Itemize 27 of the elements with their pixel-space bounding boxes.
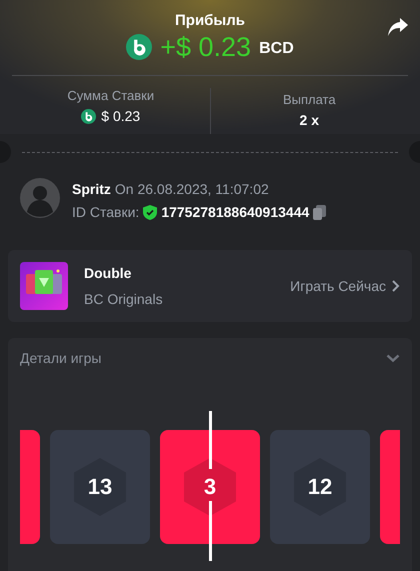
- stat-label: Выплата: [282, 92, 336, 107]
- avatar: [20, 178, 60, 218]
- bet-id-label: ID Ставки:: [72, 204, 140, 220]
- coin-icon: [126, 34, 152, 60]
- game-provider: BC Originals: [84, 291, 164, 307]
- stat-value: $ 0.23: [101, 108, 140, 124]
- tile-number: 13: [88, 474, 112, 500]
- profit-title: Прибыль: [175, 12, 245, 30]
- user-name: Spritz: [72, 181, 111, 197]
- copy-icon[interactable]: [313, 204, 326, 220]
- stat-label: Сумма Ставки: [67, 88, 154, 103]
- game-card[interactable]: Double BC Originals Играть Сейчас: [8, 250, 412, 322]
- chevron-right-icon: [392, 280, 400, 292]
- coin-icon: [81, 108, 96, 124]
- play-now-link[interactable]: Играть Сейчас: [290, 278, 400, 294]
- game-name: Double: [84, 265, 132, 281]
- tile-number: 12: [308, 474, 332, 500]
- chevron-icon[interactable]: [386, 354, 400, 362]
- profit-amount: +$ 0.23: [160, 32, 252, 62]
- tile-number: 3: [204, 474, 216, 500]
- hexagon-icon: [184, 458, 236, 516]
- share-icon[interactable]: [388, 18, 408, 36]
- panel-title: Детали игры: [20, 350, 102, 366]
- bet-id: 1775278188640913444: [161, 204, 310, 220]
- stat-value: 2 x: [300, 112, 319, 128]
- bet-date: On 26.08.2023, 11:07:02: [114, 181, 269, 197]
- currency-code: BCD: [259, 40, 294, 58]
